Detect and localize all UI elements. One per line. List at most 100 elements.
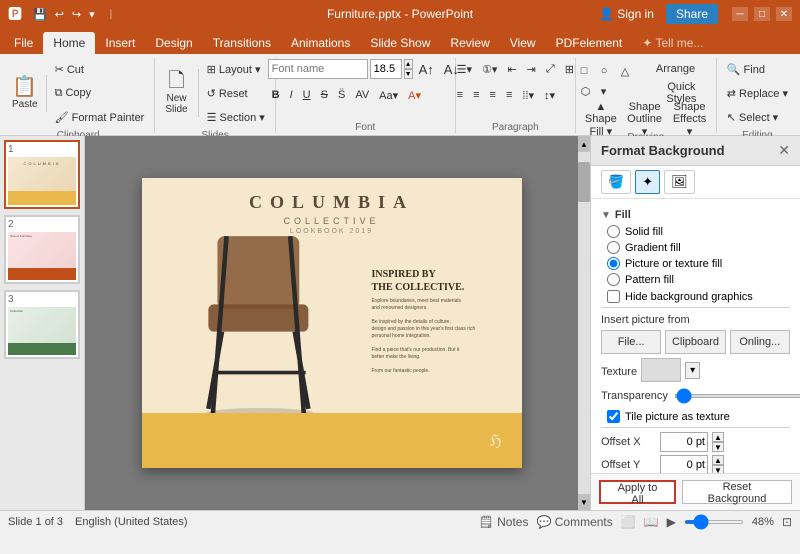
copy-button[interactable]: ⧉ Copy <box>51 82 149 104</box>
slide-thumb-1[interactable]: 1 COLUMBIA <box>4 140 80 209</box>
normal-view-btn[interactable]: ⬜ <box>621 515 636 529</box>
tile-option[interactable]: Tile picture as texture <box>607 410 790 423</box>
picture-icon-btn[interactable]: 🖼 <box>664 170 695 194</box>
picture-fill-option[interactable]: Picture or texture fill <box>607 257 790 270</box>
shape-fill-btn[interactable]: ▲ Shape Fill ▾ <box>581 108 621 130</box>
tab-tellme[interactable]: ✦ Tell me... <box>632 32 713 54</box>
find-button[interactable]: 🔍 Find <box>723 58 769 80</box>
minimize-button[interactable]: ─ <box>732 7 748 21</box>
shape-4[interactable]: ⬡ <box>581 82 599 100</box>
tab-animations[interactable]: Animations <box>281 32 360 54</box>
offset-x-input[interactable] <box>660 432 708 452</box>
line-spacing-btn[interactable]: ↕▾ <box>540 84 559 106</box>
offset-y-input[interactable] <box>660 455 708 473</box>
zoom-slider[interactable] <box>684 520 744 524</box>
tab-home[interactable]: Home <box>43 32 95 54</box>
cut-button[interactable]: ✂ Cut <box>51 58 149 80</box>
transparency-slider[interactable] <box>675 394 800 398</box>
align-center-btn[interactable]: ≡ <box>469 84 483 106</box>
share-button[interactable]: Share <box>666 4 718 24</box>
indent-increase-btn[interactable]: ⇥ <box>523 58 540 80</box>
justify-btn[interactable]: ≡ <box>502 84 516 106</box>
customize-quick-btn[interactable]: ▾ <box>86 7 98 22</box>
undo-quick-btn[interactable]: ↩ <box>52 7 67 22</box>
shape-effects-btn[interactable]: Shape Effects ▾ <box>668 108 711 130</box>
font-size-up[interactable]: ▲ <box>404 59 413 69</box>
slide-thumb-2[interactable]: 2 Size of Furniture <box>4 215 80 284</box>
shape-1[interactable]: □ <box>581 62 599 80</box>
pattern-fill-option[interactable]: Pattern fill <box>607 273 790 286</box>
offset-y-up[interactable]: ▲ <box>712 455 724 465</box>
new-slide-button[interactable]: 🗋 NewSlide <box>161 69 191 117</box>
shadow-button[interactable]: S̈ <box>334 84 349 106</box>
bullets-btn[interactable]: ☰▾ <box>453 58 476 80</box>
select-button[interactable]: ↖ Select ▾ <box>723 106 782 128</box>
fit-to-window-btn[interactable]: ⊡ <box>782 515 792 529</box>
offset-y-down[interactable]: ▼ <box>712 465 724 473</box>
close-button[interactable]: ✕ <box>776 7 792 21</box>
change-case-button[interactable]: Aa▾ <box>375 84 402 106</box>
tab-file[interactable]: File <box>4 32 43 54</box>
redo-quick-btn[interactable]: ↪ <box>69 7 84 22</box>
effects-icon-btn[interactable]: ✦ <box>635 170 660 194</box>
comments-button[interactable]: 💬 Comments <box>536 515 612 529</box>
reset-background-button[interactable]: Reset Background <box>682 480 792 504</box>
pattern-fill-radio[interactable] <box>607 273 620 286</box>
underline-button[interactable]: U <box>299 84 315 106</box>
font-grow-btn[interactable]: A↑ <box>415 58 438 80</box>
align-left-btn[interactable]: ≡ <box>453 84 467 106</box>
solid-fill-radio[interactable] <box>607 225 620 238</box>
hide-graphics-option[interactable]: Hide background graphics <box>607 290 790 303</box>
file-insert-btn[interactable]: File... <box>601 330 661 354</box>
apply-to-all-button[interactable]: Apply to All <box>599 480 676 504</box>
tile-checkbox[interactable] <box>607 410 620 423</box>
bold-button[interactable]: B <box>268 84 284 106</box>
tab-design[interactable]: Design <box>145 32 202 54</box>
picture-fill-radio[interactable] <box>607 257 620 270</box>
format-panel-close-btn[interactable]: ✕ <box>778 142 790 159</box>
texture-dropdown-btn[interactable]: ▾ <box>685 362 700 379</box>
canvas-area[interactable]: COLUMBIA COLLECTIVE LOOKBOOK 2019 <box>85 136 578 510</box>
char-spacing-button[interactable]: AV <box>351 84 373 106</box>
reset-button[interactable]: ↺ Reset <box>203 82 269 104</box>
fill-section-header[interactable]: ▼ Fill <box>601 209 790 221</box>
tab-transitions[interactable]: Transitions <box>203 32 281 54</box>
format-painter-button[interactable]: 🖌 Format Painter <box>51 106 149 128</box>
slide-thumb-3[interactable]: 3 Collection <box>4 290 80 359</box>
offset-x-up[interactable]: ▲ <box>712 432 724 442</box>
shape-3[interactable]: △ <box>621 62 639 80</box>
tab-slideshow[interactable]: Slide Show <box>360 32 440 54</box>
maximize-button[interactable]: □ <box>754 7 770 21</box>
font-size-input[interactable] <box>370 59 402 79</box>
hide-graphics-checkbox[interactable] <box>607 290 620 303</box>
font-size-down[interactable]: ▼ <box>404 69 413 79</box>
clipboard-insert-btn[interactable]: Clipboard <box>665 330 725 354</box>
gradient-fill-option[interactable]: Gradient fill <box>607 241 790 254</box>
tab-insert[interactable]: Insert <box>95 32 145 54</box>
notes-button[interactable]: 🗒 Notes <box>479 515 529 529</box>
text-direction-btn[interactable]: ⤢ <box>542 58 559 80</box>
replace-button[interactable]: ⇄ Replace ▾ <box>723 82 792 104</box>
online-insert-btn[interactable]: Onling... <box>730 330 790 354</box>
gradient-fill-radio[interactable] <box>607 241 620 254</box>
font-name-input[interactable] <box>268 59 368 79</box>
strikethrough-button[interactable]: S <box>317 84 332 106</box>
solid-fill-option[interactable]: Solid fill <box>607 225 790 238</box>
tab-pdfelement[interactable]: PDFelement <box>546 32 633 54</box>
shapes-more[interactable]: ▾ <box>601 82 619 100</box>
tab-review[interactable]: Review <box>440 32 499 54</box>
slide-show-btn[interactable]: ▶ <box>667 515 676 529</box>
columns-btn[interactable]: ⁞⁞▾ <box>518 84 538 106</box>
font-color-button[interactable]: A▾ <box>404 84 425 106</box>
section-button[interactable]: ☰ Section ▾ <box>203 106 269 128</box>
scrollbar-thumb[interactable] <box>578 162 590 202</box>
arrange-button[interactable]: Arrange <box>652 58 711 80</box>
fill-icon-btn[interactable]: 🪣 <box>601 170 631 194</box>
shape-2[interactable]: ○ <box>601 62 619 80</box>
reading-view-btn[interactable]: 📖 <box>644 515 659 529</box>
save-quick-btn[interactable]: 💾 <box>30 7 50 22</box>
indent-decrease-btn[interactable]: ⇤ <box>503 58 520 80</box>
signin-button[interactable]: 👤 Sign in <box>591 4 662 24</box>
shape-outline-btn[interactable]: Shape Outline ▾ <box>623 108 666 130</box>
scroll-down-btn[interactable]: ▼ <box>578 494 590 510</box>
